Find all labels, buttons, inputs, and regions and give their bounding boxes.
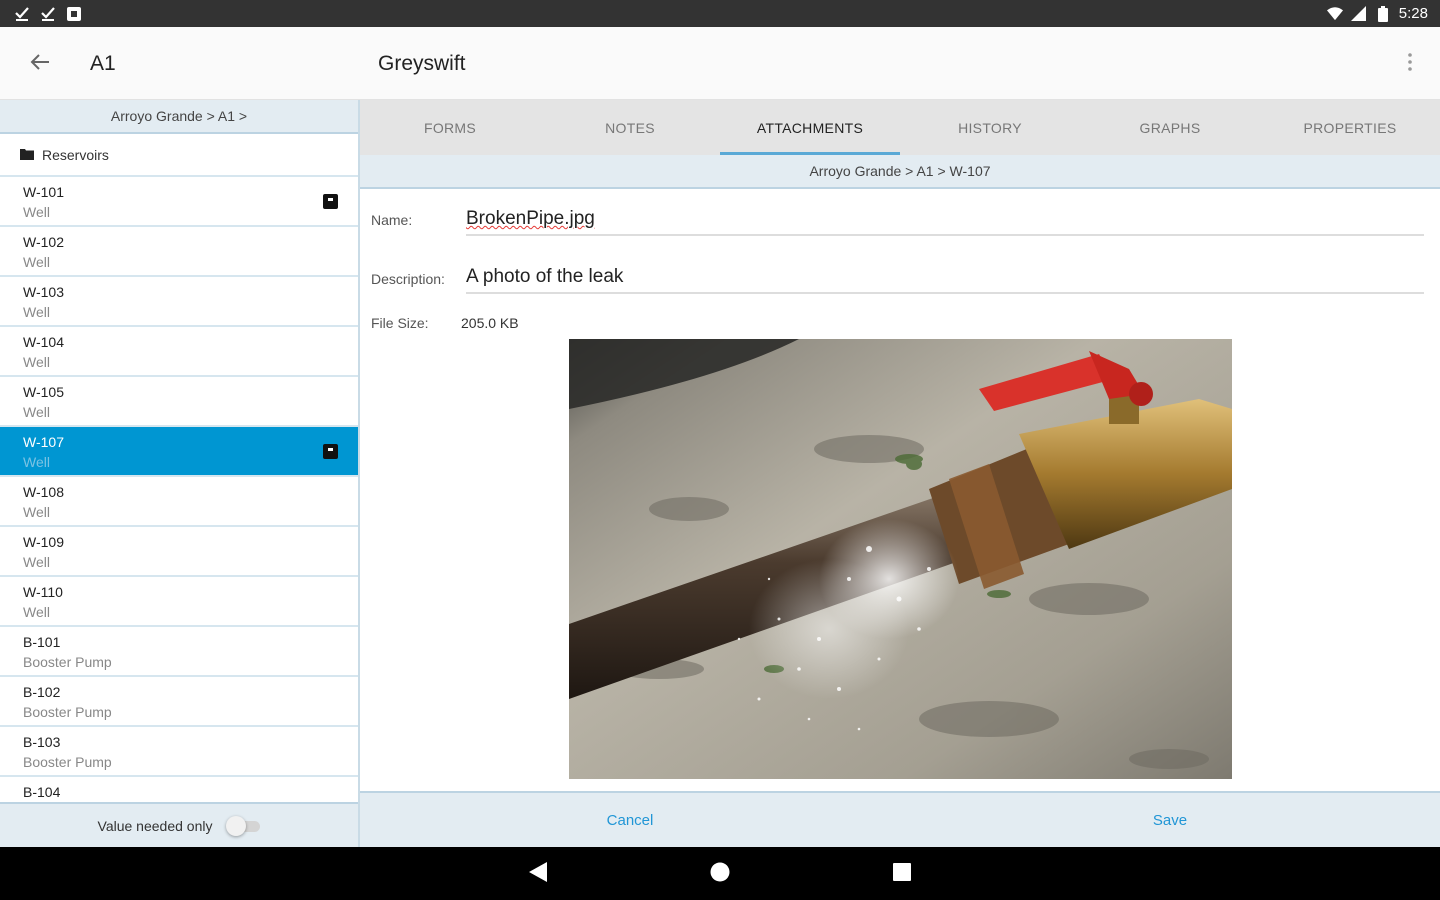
attachment-badge-icon [323, 194, 338, 209]
value-needed-filter: Value needed only [0, 802, 358, 847]
folder-icon [20, 147, 34, 163]
tab-properties[interactable]: PROPERTIES [1260, 100, 1440, 155]
tab-notes[interactable]: NOTES [540, 100, 720, 155]
folder-label: Reservoirs [42, 146, 109, 163]
nav-home-icon [710, 862, 730, 887]
action-bar: Cancel Save [360, 791, 1440, 847]
status-bar-system: 5:28 [1326, 5, 1428, 22]
list-item-name: B-102 [23, 684, 61, 700]
name-field[interactable]: BrokenPipe.jpg [466, 204, 1424, 236]
folder-row-reservoirs[interactable]: Reservoirs [0, 134, 358, 177]
list-item-name: B-103 [23, 734, 61, 750]
battery-icon [1375, 5, 1391, 22]
description-field[interactable]: A photo of the leak [466, 262, 1424, 294]
nav-back-button[interactable] [525, 861, 551, 887]
tab-attachments[interactable]: ATTACHMENTS [720, 100, 900, 155]
list-item-type: Well [23, 304, 50, 320]
list-item-name: W-104 [23, 334, 64, 350]
list-item-type: Well [23, 254, 50, 270]
overflow-menu-button[interactable] [1398, 49, 1422, 79]
list-item-type: Well [23, 554, 50, 570]
list-item[interactable]: B-102 Booster Pump [0, 677, 358, 727]
value-needed-toggle[interactable] [226, 815, 261, 836]
toggle-thumb [226, 815, 247, 836]
tab-graphs[interactable]: GRAPHS [1080, 100, 1260, 155]
list-item-type: Well [23, 454, 50, 470]
filesize-label: File Size: [371, 315, 429, 331]
list-item[interactable]: W-103 Well [0, 277, 358, 327]
app-name: Greyswift [378, 52, 466, 75]
list-item-type: Booster Pump [23, 654, 112, 670]
list-item[interactable]: W-105 Well [0, 377, 358, 427]
value-needed-label: Value needed only [97, 817, 213, 834]
list-item-type: Well [23, 504, 50, 520]
status-bar: 5:28 [0, 0, 1440, 27]
asset-list-panel: Arroyo Grande > A1 > Reservoirs W-101 Wel… [0, 100, 360, 847]
list-item[interactable]: W-107 Well [0, 427, 358, 477]
nav-recents-button[interactable] [889, 861, 915, 887]
asset-list[interactable]: W-101 Well W-102 Well W-103 Well W-104 Well W-10… [0, 177, 358, 801]
save-button[interactable]: Save [900, 793, 1440, 847]
download-done-icon [14, 6, 30, 22]
system-nav-bar [0, 847, 1440, 900]
attachment-badge-icon [323, 444, 338, 459]
list-item[interactable]: W-101 Well [0, 177, 358, 227]
wifi-icon [1326, 6, 1343, 22]
list-item-type: Well [23, 204, 50, 220]
list-item-type: Booster Pump [23, 754, 112, 770]
back-button[interactable] [22, 49, 58, 79]
app-notification-icon [66, 6, 82, 22]
list-item-type: Booster Pump [23, 704, 112, 720]
list-item-name: B-104 [23, 784, 61, 800]
breadcrumb[interactable]: Arroyo Grande > A1 > [0, 100, 358, 134]
list-item-name: W-105 [23, 384, 64, 400]
name-label: Name: [371, 212, 413, 228]
download-done-icon [40, 6, 56, 22]
signal-icon [1351, 6, 1367, 22]
name-value: BrokenPipe.jpg [466, 208, 595, 229]
description-label: Description: [371, 271, 445, 287]
list-item-name: W-103 [23, 284, 64, 300]
list-item[interactable]: W-108 Well [0, 477, 358, 527]
list-item-type: Well [23, 404, 50, 420]
list-item-name: W-110 [23, 584, 63, 600]
list-item[interactable]: B-103 Booster Pump [0, 727, 358, 777]
list-item-name: W-109 [23, 534, 64, 550]
nav-recents-icon [893, 862, 911, 886]
more-vert-icon [1408, 52, 1412, 76]
app-bar: A1 Greyswift [0, 27, 1440, 100]
nav-home-button[interactable] [707, 861, 733, 887]
list-item-name: W-101 [23, 184, 64, 200]
nav-back-icon [529, 861, 547, 887]
breadcrumb-text: Arroyo Grande > A1 > [110, 108, 248, 124]
arrow-back-icon [29, 53, 51, 76]
list-item[interactable]: W-109 Well [0, 527, 358, 577]
list-item[interactable]: W-102 Well [0, 227, 358, 277]
filesize-value: 205.0 KB [461, 315, 519, 331]
tab-forms[interactable]: FORMS [360, 100, 540, 155]
list-item-name: W-108 [23, 484, 64, 500]
attachment-photo[interactable] [569, 339, 1232, 779]
status-time: 5:28 [1398, 5, 1428, 22]
description-value: A photo of the leak [466, 266, 624, 287]
cancel-button[interactable]: Cancel [360, 793, 900, 847]
list-item[interactable]: B-101 Booster Pump [0, 627, 358, 677]
attachment-breadcrumb: Arroyo Grande > A1 > W-107 [360, 155, 1440, 189]
status-bar-notifications [14, 6, 82, 22]
list-item-name: W-102 [23, 234, 64, 250]
list-item-type: Well [23, 354, 50, 370]
page-title: A1 [90, 52, 116, 75]
list-item-name: W-107 [23, 434, 64, 450]
list-item[interactable]: B-104 [0, 777, 358, 801]
list-item[interactable]: W-110 Well [0, 577, 358, 627]
tab-bar: FORMS NOTES ATTACHMENTS HISTORY GRAPHS PROPER… [360, 100, 1440, 155]
detail-panel: FORMS NOTES ATTACHMENTS HISTORY GRAPHS PROPER… [360, 100, 1440, 847]
tab-history[interactable]: HISTORY [900, 100, 1080, 155]
attachment-breadcrumb-text: Arroyo Grande > A1 > W-107 [809, 163, 991, 179]
list-item-name: B-101 [23, 634, 61, 650]
list-item-type: Well [23, 604, 50, 620]
list-item[interactable]: W-104 Well [0, 327, 358, 377]
